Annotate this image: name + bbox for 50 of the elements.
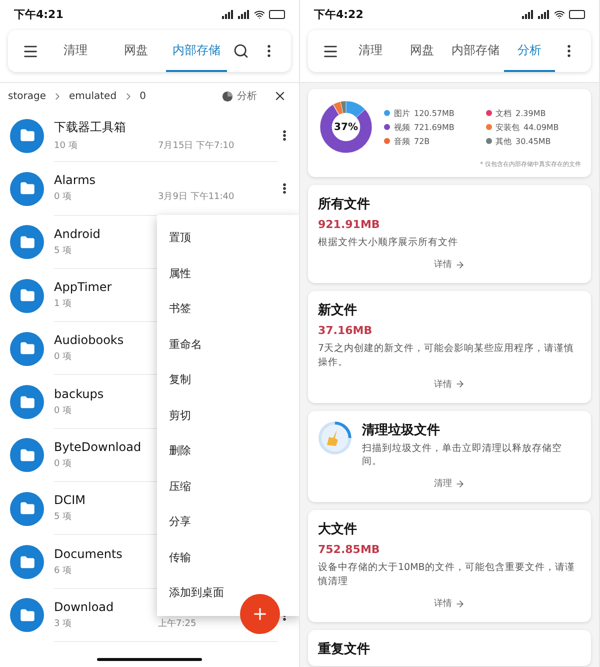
folder-name: ByteDownload [54, 440, 142, 454]
legend-label: 图片 [394, 108, 410, 118]
card-description: 设备中存储的大于10MB的文件，可能包含重要文件，请谨慎清理 [318, 561, 576, 588]
folder-name: DCIM [54, 493, 86, 508]
size-value: 37.16MB [318, 324, 374, 338]
size-value: 921.91MB [318, 218, 381, 231]
card-description: 7天之内创建的新文件，可能会影响某些应用程序，请谨慎操作。 [318, 342, 576, 369]
item-count: 1 项 [54, 298, 73, 310]
folder-name: Android [54, 226, 100, 241]
item-count: 5 项 [54, 511, 73, 524]
legend-size: 120.57MB [414, 108, 454, 118]
usage-percent: 37% [333, 120, 359, 134]
folder-name: 下载器工具箱 [54, 118, 126, 136]
card-description: 扫描到垃圾文件，单击立即清理以释放存储空间。 [362, 442, 563, 468]
card-title: 所有文件 [318, 196, 371, 213]
item-count: 0 项 [54, 191, 73, 204]
size-value: 752.85MB [318, 543, 381, 556]
card-title: 清理垃圾文件 [362, 422, 441, 439]
legend-label: 安装包 [496, 122, 520, 132]
modified-date: 3月9日 下午11:40 [158, 190, 234, 204]
item-count: 3 项 [54, 618, 73, 630]
legend-label: 视频 [394, 122, 410, 132]
folder-name: Documents [54, 546, 122, 561]
status-time: 下午4:21 [14, 6, 64, 22]
folder-name: backups [54, 386, 104, 401]
legend-size: 44.09MB [524, 122, 559, 132]
legend-size: 30.45MB [516, 136, 551, 146]
item-count: 5 项 [54, 244, 73, 257]
status-time: 下午4:22 [314, 6, 364, 22]
item-count: 0 项 [54, 351, 73, 364]
legend-size: 72B [414, 136, 430, 146]
modified-date: 7月15日 下午7:10 [158, 140, 234, 152]
folder-name: Alarms [54, 173, 96, 188]
item-count: 0 项 [54, 458, 73, 470]
item-count: 0 项 [54, 404, 73, 417]
folder-name: Audiobooks [54, 333, 124, 348]
legend-size: 721.69MB [414, 122, 454, 132]
legend-label: 其他 [496, 136, 512, 146]
legend-size: 2.39MB [516, 108, 546, 118]
card-title: 大文件 [318, 520, 358, 538]
card-title: 新文件 [318, 302, 358, 320]
modified-date: 上午7:25 [158, 618, 196, 630]
legend-label: 文档 [496, 108, 512, 118]
card-description: 根据文件大小顺序展示所有文件 [318, 236, 459, 250]
legend-label: 音频 [394, 136, 410, 146]
card-title: 重复文件 [318, 640, 371, 658]
folder-name: Download [54, 600, 114, 614]
item-count: 10 项 [54, 140, 78, 152]
item-count: 6 项 [54, 564, 73, 577]
folder-name: AppTimer [54, 280, 112, 294]
